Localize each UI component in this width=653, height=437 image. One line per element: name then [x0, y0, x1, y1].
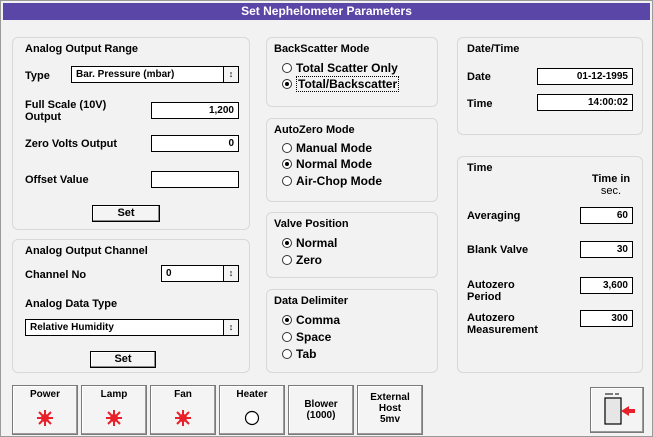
exit-door-icon [604, 393, 635, 425]
status-heater: Heater [219, 385, 285, 435]
radio-dot [282, 315, 292, 325]
status-heater-label: Heater [236, 389, 268, 400]
radio-valve-zero[interactable]: Zero [282, 254, 322, 267]
radio-dot [282, 349, 292, 359]
time-settings-title: Time [467, 162, 493, 174]
radio-space[interactable]: Space [282, 331, 331, 344]
analog-data-type-label: Analog Data Type [25, 298, 118, 310]
nephelometer-parameters-window: Set Nephelometer Parameters Analog Outpu… [0, 0, 653, 437]
status-lamp: Lamp [81, 385, 147, 435]
date-label: Date [467, 71, 491, 83]
radio-tab[interactable]: Tab [282, 348, 316, 361]
red-starburst-icon [106, 410, 122, 426]
offset-value-label: Offset Value [25, 174, 89, 186]
autozero-period-input[interactable]: 3,600 [580, 277, 633, 294]
analog-data-type-value: Relative Humidity [30, 322, 114, 333]
radio-total-backscatter[interactable]: Total/Backscatter [282, 76, 400, 92]
time-column-header: Time in sec. [591, 173, 631, 197]
averaging-input[interactable]: 60 [580, 207, 633, 224]
red-starburst-icon [37, 410, 53, 426]
analog-data-type-select[interactable]: Relative Humidity ↕ [25, 319, 239, 336]
offset-value-input[interactable] [151, 171, 239, 188]
status-external: External Host 5mv [357, 385, 423, 435]
valve-position-title: Valve Position [274, 218, 349, 230]
status-power-label: Power [29, 389, 60, 400]
radio-comma[interactable]: Comma [282, 314, 340, 327]
date-time-title: Date/Time [467, 43, 520, 55]
radio-dot [282, 238, 292, 248]
time-input[interactable]: 14:00:02 [537, 94, 633, 111]
radio-dot [282, 176, 292, 186]
date-input[interactable]: 01-12-1995 [537, 68, 633, 85]
radio-dot [282, 79, 292, 89]
status-power: Power [12, 385, 78, 435]
type-select[interactable]: Bar. Pressure (mbar) ↕ [71, 66, 239, 83]
averaging-label: Averaging [467, 210, 521, 222]
autozero-measurement-input[interactable]: 300 [580, 310, 633, 327]
red-starburst-icon [175, 410, 191, 426]
full-scale-input[interactable]: 1,200 [151, 102, 239, 119]
exit-button[interactable] [590, 387, 644, 433]
radio-dot [282, 332, 292, 342]
spin-arrows-icon[interactable]: ↕ [223, 266, 238, 281]
spin-arrows-icon[interactable]: ↕ [223, 320, 238, 335]
time-label: Time [467, 98, 493, 110]
zero-volts-label: Zero Volts Output [25, 138, 118, 150]
type-select-value: Bar. Pressure (mbar) [76, 69, 175, 80]
radio-dot [282, 255, 292, 265]
channel-select[interactable]: 0 ↕ [161, 265, 239, 282]
analog-output-range-title: Analog Output Range [25, 43, 139, 55]
data-delimiter-title: Data Delimiter [274, 295, 348, 307]
autozero-mode-title: AutoZero Mode [274, 124, 355, 136]
range-set-button[interactable]: Set [92, 205, 160, 222]
radio-normal-mode[interactable]: Normal Mode [282, 158, 372, 171]
autozero-period-label: Autozero Period [467, 279, 515, 303]
window-title: Set Nephelometer Parameters [3, 3, 650, 20]
full-scale-label: Full Scale (10V) Output [25, 99, 107, 123]
blank-valve-label: Blank Valve [467, 244, 529, 256]
status-blower: Blower (1000) [288, 385, 354, 435]
status-fan-label: Fan [174, 389, 192, 400]
channel-no-label: Channel No [25, 269, 87, 281]
type-label: Type [25, 70, 50, 82]
radio-air-chop-mode[interactable]: Air-Chop Mode [282, 175, 382, 188]
channel-set-button[interactable]: Set [90, 351, 156, 368]
analog-output-channel-title: Analog Output Channel [25, 245, 148, 257]
heater-off-icon [244, 410, 260, 426]
radio-dot [282, 143, 292, 153]
status-external-label: External Host 5mv [370, 392, 410, 425]
status-lamp-label: Lamp [100, 389, 128, 400]
status-blower-label: Blower (1000) [304, 399, 338, 421]
blank-valve-input[interactable]: 30 [580, 241, 633, 258]
radio-total-scatter-only[interactable]: Total Scatter Only [282, 62, 398, 75]
radio-dot [282, 159, 292, 169]
autozero-measurement-label: Autozero Measurement [467, 312, 538, 336]
spin-arrows-icon[interactable]: ↕ [223, 67, 238, 82]
radio-valve-normal[interactable]: Normal [282, 237, 337, 250]
radio-dot [282, 63, 292, 73]
channel-select-value: 0 [166, 268, 172, 279]
radio-manual-mode[interactable]: Manual Mode [282, 142, 372, 155]
status-fan: Fan [150, 385, 216, 435]
zero-volts-input[interactable]: 0 [151, 135, 239, 152]
backscatter-mode-title: BackScatter Mode [274, 43, 370, 55]
